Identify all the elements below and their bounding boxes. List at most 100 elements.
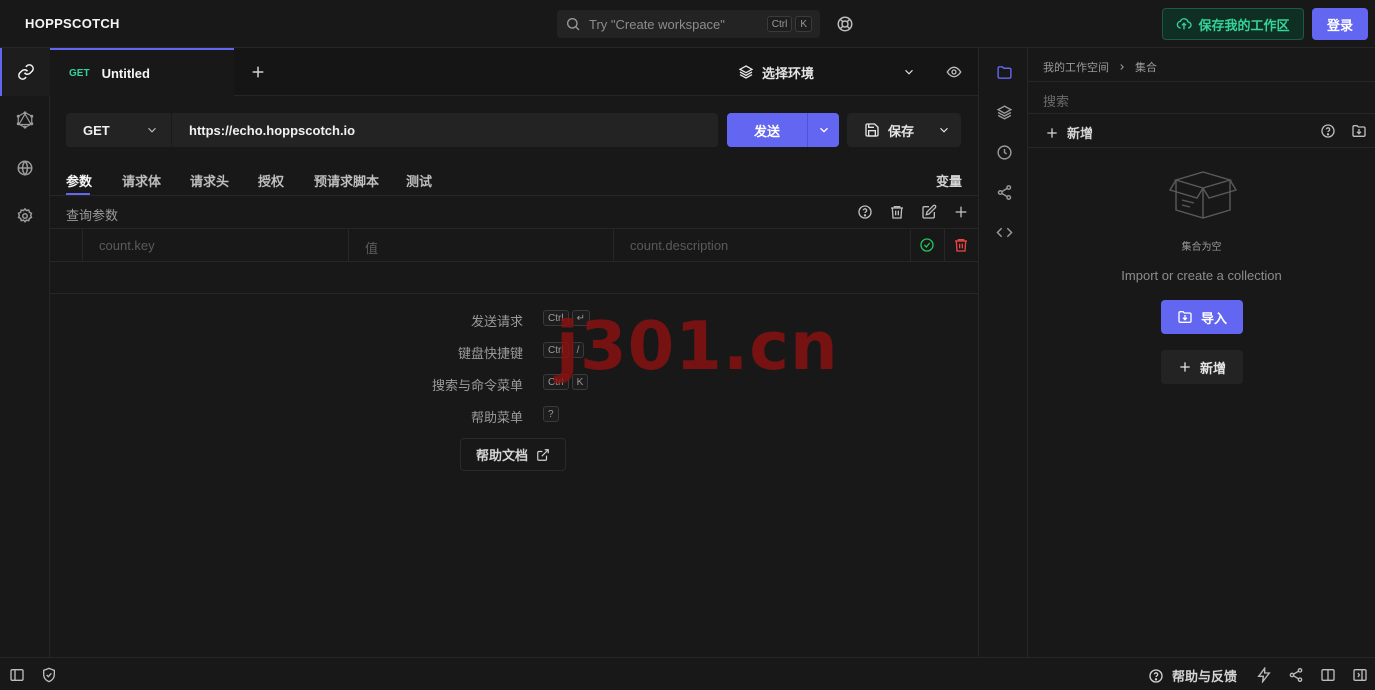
new-collection-label: 新增 xyxy=(1067,126,1094,141)
import-folder-icon[interactable] xyxy=(1351,123,1367,139)
empty-title: 集合为空 xyxy=(1181,242,1222,253)
plus-icon xyxy=(1180,362,1190,372)
codegen-tab[interactable] xyxy=(979,212,1029,252)
request-tab[interactable]: GET Untitled xyxy=(50,48,234,96)
chevron-down-icon xyxy=(905,69,913,75)
nav-settings[interactable] xyxy=(0,192,50,240)
cloud-upload-icon xyxy=(1177,18,1193,30)
param-description-input[interactable]: count.description xyxy=(613,229,910,262)
tab-variables[interactable]: 变量 xyxy=(936,171,962,190)
send-options-button[interactable] xyxy=(808,123,839,137)
save-workspace-button[interactable]: 保存我的工作区 xyxy=(1162,8,1304,40)
environment-label: 选择环境 xyxy=(762,65,815,81)
tab-authorization[interactable]: 授权 xyxy=(258,171,284,190)
save-request-button[interactable]: 保存 xyxy=(847,113,961,147)
app-header: HOPPSCOTCH Try "Create workspace" Ctrl K… xyxy=(0,0,1375,48)
add-collection-button[interactable]: 新增 xyxy=(1161,350,1243,384)
collections-tab[interactable] xyxy=(979,52,1029,92)
delete-param-icon[interactable] xyxy=(953,237,969,253)
right-sidebar-tabs xyxy=(978,48,1028,657)
share-icon[interactable] xyxy=(1288,667,1304,683)
breadcrumb: 我的工作空间 集合 xyxy=(1043,59,1157,75)
login-button[interactable]: 登录 xyxy=(1312,8,1368,40)
save-label: 保存 xyxy=(888,123,915,139)
history-tab[interactable] xyxy=(979,132,1029,172)
graphql-icon xyxy=(16,111,34,129)
empty-box-illustration xyxy=(1168,166,1238,222)
search-input[interactable]: Try "Create workspace" Ctrl K xyxy=(557,10,820,38)
help-feedback-label: 帮助与反馈 xyxy=(1172,669,1238,684)
split-view-icon[interactable] xyxy=(1320,667,1336,683)
eye-icon[interactable] xyxy=(946,64,962,80)
sidebar-toggle-icon[interactable] xyxy=(9,667,25,683)
collections-panel: 我的工作空间 集合 搜索 新增 集合为空 Import or create a … xyxy=(1028,48,1375,657)
shortcut-label: 键盘快捷键 xyxy=(457,346,523,361)
help-icon[interactable] xyxy=(857,204,873,220)
url-input[interactable]: https://echo.hoppscotch.io xyxy=(171,113,718,147)
plus-icon xyxy=(252,66,264,78)
app-logo[interactable]: HOPPSCOTCH xyxy=(25,16,120,31)
request-tabs-bar: GET Untitled 选择环境 xyxy=(50,48,978,96)
query-params-header: 查询参数 xyxy=(50,196,978,229)
import-label: 导入 xyxy=(1200,310,1227,326)
edit-icon[interactable] xyxy=(921,204,937,220)
method-select[interactable]: GET xyxy=(66,113,171,147)
divider xyxy=(50,293,978,294)
trash-icon[interactable] xyxy=(889,204,905,220)
shield-check-icon[interactable] xyxy=(41,667,57,683)
nav-graphql[interactable] xyxy=(0,96,50,144)
kbd-k: K xyxy=(795,16,812,32)
help-docs-label: 帮助文档 xyxy=(475,448,528,463)
lightning-icon[interactable] xyxy=(1256,667,1272,683)
shortcut-search: 搜索与命令菜单 Ctrl K xyxy=(380,372,589,393)
empty-subtitle: Import or create a collection xyxy=(1121,268,1282,283)
help-docs-button[interactable]: 帮助文档 xyxy=(460,438,566,471)
search-icon xyxy=(567,18,580,31)
support-icon[interactable] xyxy=(836,15,854,33)
shortcut-label: 搜索与命令菜单 xyxy=(431,378,523,393)
param-value-input[interactable]: 值 xyxy=(348,229,613,262)
tab-headers[interactable]: 请求头 xyxy=(190,171,229,190)
chevron-down-icon xyxy=(148,127,156,133)
tab-pre-request-script[interactable]: 预请求脚本 xyxy=(314,171,379,190)
collections-search-input[interactable]: 搜索 xyxy=(1028,81,1375,114)
chevron-down-icon[interactable] xyxy=(937,123,951,137)
clock-icon xyxy=(996,144,1012,160)
left-sidebar xyxy=(0,48,50,657)
layers-icon xyxy=(738,65,754,79)
chevron-right-icon xyxy=(1120,64,1124,70)
settings-icon xyxy=(17,207,33,223)
help-feedback-button[interactable]: 帮助与反馈 xyxy=(1148,666,1237,685)
help-icon[interactable] xyxy=(1320,123,1336,139)
kbd-ctrl: Ctrl xyxy=(766,16,793,32)
check-circle-icon[interactable] xyxy=(919,237,935,253)
link-icon xyxy=(18,64,34,80)
collapse-sidebar-icon[interactable] xyxy=(1352,667,1368,683)
request-tab-method: GET xyxy=(69,67,90,79)
request-sub-tabs: 参数 请求体 请求头 授权 预请求脚本 测试 变量 xyxy=(50,160,978,196)
search-placeholder: Try "Create workspace" xyxy=(589,16,725,32)
folder-icon xyxy=(996,65,1012,79)
param-key-input[interactable]: count.key xyxy=(82,229,348,262)
environment-select[interactable]: 选择环境 xyxy=(738,48,916,96)
send-button[interactable]: 发送 xyxy=(727,113,839,147)
environments-tab[interactable] xyxy=(979,92,1029,132)
plus-icon[interactable] xyxy=(953,204,969,220)
import-button[interactable]: 导入 xyxy=(1161,300,1243,334)
nav-rest[interactable] xyxy=(0,48,50,96)
nav-realtime[interactable] xyxy=(0,144,50,192)
folder-import-icon xyxy=(1178,311,1192,323)
new-tab-button[interactable] xyxy=(250,64,266,80)
tab-body[interactable]: 请求体 xyxy=(122,171,161,190)
save-icon xyxy=(865,123,879,137)
new-collection-button[interactable]: 新增 xyxy=(1045,123,1093,142)
breadcrumb-collections: 集合 xyxy=(1135,62,1157,74)
share-tab[interactable] xyxy=(979,172,1029,212)
breadcrumb-workspace[interactable]: 我的工作空间 xyxy=(1043,59,1109,75)
help-icon xyxy=(1149,668,1163,683)
param-row: count.key 值 count.description xyxy=(50,229,978,262)
tab-params[interactable]: 参数 xyxy=(66,171,92,190)
external-link-icon xyxy=(537,448,549,461)
tab-tests[interactable]: 测试 xyxy=(406,171,432,190)
app-footer: 帮助与反馈 xyxy=(0,657,1375,690)
